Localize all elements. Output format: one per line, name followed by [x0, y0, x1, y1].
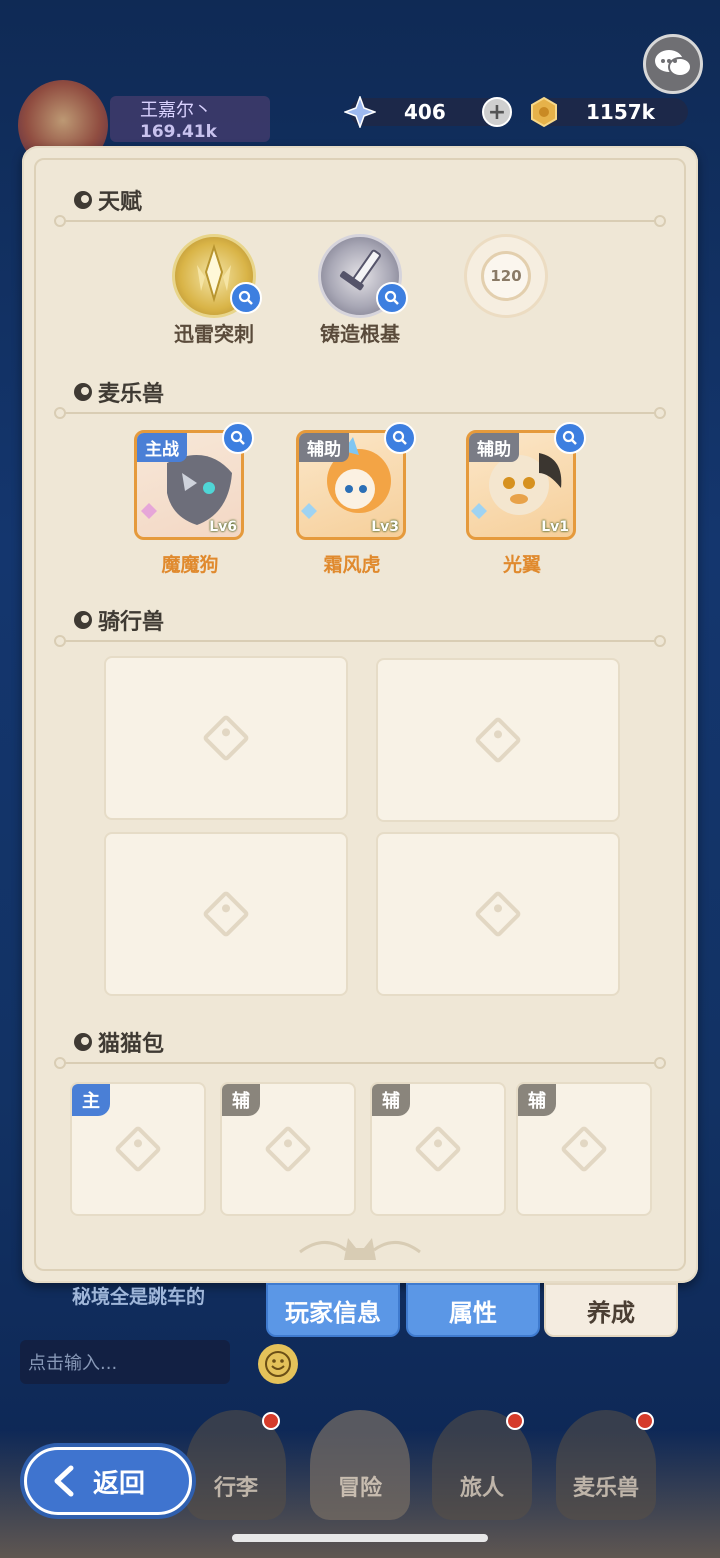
- pet-name-1: 魔魔狗: [161, 554, 219, 576]
- pets-section-title: 麦乐兽: [74, 376, 164, 408]
- magnifier-icon: [238, 290, 253, 305]
- inspect-talent-2-button[interactable]: [376, 282, 408, 314]
- cat-ornament-icon: [299, 1238, 421, 1260]
- catbag-role-tag: 辅: [222, 1084, 260, 1116]
- home-indicator[interactable]: [232, 1534, 488, 1542]
- gem-counter: 406 +: [344, 96, 512, 128]
- talent-title-text: 天赋: [98, 190, 143, 215]
- empty-slot-icon: [559, 1124, 609, 1174]
- mount-slot-4[interactable]: [376, 832, 620, 996]
- pet-role-tag: 主战: [137, 433, 187, 462]
- empty-slot-icon: [413, 1124, 463, 1174]
- inspect-pet-2-button[interactable]: [384, 422, 416, 454]
- talent-label-1: 迅雷突刺: [174, 322, 254, 346]
- notification-dot: [506, 1412, 524, 1430]
- inspect-pet-3-button[interactable]: [554, 422, 586, 454]
- pet-role-tag: 辅助: [299, 433, 349, 462]
- back-arrow-icon: [54, 1465, 74, 1497]
- chat-input[interactable]: 点击输入...: [20, 1340, 230, 1384]
- smiley-icon: [265, 1351, 291, 1377]
- empty-slot-icon: [201, 713, 251, 763]
- notification-dot: [262, 1412, 280, 1430]
- coin-icon: [531, 96, 557, 128]
- nav-adventure[interactable]: 冒险: [310, 1410, 410, 1520]
- empty-slot-icon: [263, 1124, 313, 1174]
- talent-label-2: 铸造根基: [320, 322, 400, 346]
- section-icon: [74, 383, 92, 401]
- mount-slot-2[interactable]: [376, 658, 620, 822]
- pets-title-text: 麦乐兽: [98, 382, 165, 407]
- back-label: 返回: [93, 1468, 146, 1499]
- magnifier-icon: [384, 290, 399, 305]
- add-gems-button[interactable]: +: [482, 97, 512, 127]
- nav-label: 麦乐兽: [572, 1476, 639, 1501]
- level-requirement-badge: 120: [481, 251, 531, 301]
- divider: [54, 407, 666, 419]
- gem-count: 406: [404, 100, 446, 124]
- empty-slot-icon: [201, 889, 251, 939]
- catbag-role-tag: 辅: [372, 1084, 410, 1116]
- talent-section-title: 天赋: [74, 184, 142, 216]
- pet-name-2: 霜风虎: [323, 554, 381, 576]
- player-name: 王嘉尔丶: [140, 100, 212, 121]
- mounts-title-text: 骑行兽: [98, 610, 165, 635]
- divider: [54, 1057, 666, 1069]
- inspect-pet-1-button[interactable]: [222, 422, 254, 454]
- player-power: 169.41k: [140, 122, 217, 142]
- nav-label: 行李: [213, 1476, 258, 1501]
- catbag-slot-assist-3[interactable]: 辅: [516, 1082, 652, 1216]
- catbag-role-tag: 主: [72, 1084, 110, 1116]
- tab-attributes[interactable]: 属性: [406, 1283, 540, 1337]
- tab-player-info[interactable]: 玩家信息: [266, 1283, 400, 1337]
- pet-name-3: 光翼: [502, 554, 541, 576]
- catbag-slot-assist-1[interactable]: 辅: [220, 1082, 356, 1216]
- pet-role-tag: 辅助: [469, 433, 519, 462]
- chat-button[interactable]: [643, 34, 703, 94]
- inspect-talent-1-button[interactable]: [230, 282, 262, 314]
- mount-slot-3[interactable]: [104, 832, 348, 996]
- pet-level: Lv1: [541, 519, 569, 535]
- chat-bubbles-icon: [655, 50, 692, 77]
- empty-slot-icon: [473, 889, 523, 939]
- magnifier-icon: [392, 430, 407, 445]
- divider: [54, 635, 666, 647]
- empty-slot-icon: [113, 1124, 163, 1174]
- section-icon: [74, 1033, 92, 1051]
- coin-count: 1157k: [586, 100, 655, 124]
- nav-label: 冒险: [337, 1476, 382, 1501]
- catbag-slot-main[interactable]: 主: [70, 1082, 206, 1216]
- pet-level: Lv3: [371, 519, 399, 535]
- pet-level: Lv6: [209, 519, 237, 535]
- empty-slot-icon: [473, 715, 523, 765]
- player-info-badge: 王嘉尔丶 169.41k: [110, 96, 270, 142]
- tab-cultivation[interactable]: 养成: [544, 1283, 678, 1337]
- magnifier-icon: [230, 430, 245, 445]
- back-button[interactable]: 返回: [24, 1447, 192, 1515]
- player-detail-panel: 天赋 迅雷突刺 铸造根基 120 麦乐兽 主战 Lv6 魔魔狗 辅助 Lv3 霜…: [22, 146, 698, 1283]
- catbag-role-tag: 辅: [518, 1084, 556, 1116]
- section-icon: [74, 611, 92, 629]
- star-gem-icon: [344, 96, 376, 128]
- catbag-title-text: 猫猫包: [98, 1032, 165, 1057]
- chat-message: 秘境全是跳车的: [72, 1286, 206, 1308]
- talent-locked-120[interactable]: 120: [464, 234, 548, 318]
- nav-label: 旅人: [459, 1476, 504, 1501]
- coin-counter: 1157k: [530, 96, 688, 128]
- catbag-slot-assist-2[interactable]: 辅: [370, 1082, 506, 1216]
- section-icon: [74, 191, 92, 209]
- mount-slot-1[interactable]: [104, 656, 348, 820]
- divider: [54, 215, 666, 227]
- catbag-section-title: 猫猫包: [74, 1026, 164, 1058]
- magnifier-icon: [562, 430, 577, 445]
- mounts-section-title: 骑行兽: [74, 604, 164, 636]
- emoji-button[interactable]: [258, 1344, 298, 1384]
- notification-dot: [636, 1412, 654, 1430]
